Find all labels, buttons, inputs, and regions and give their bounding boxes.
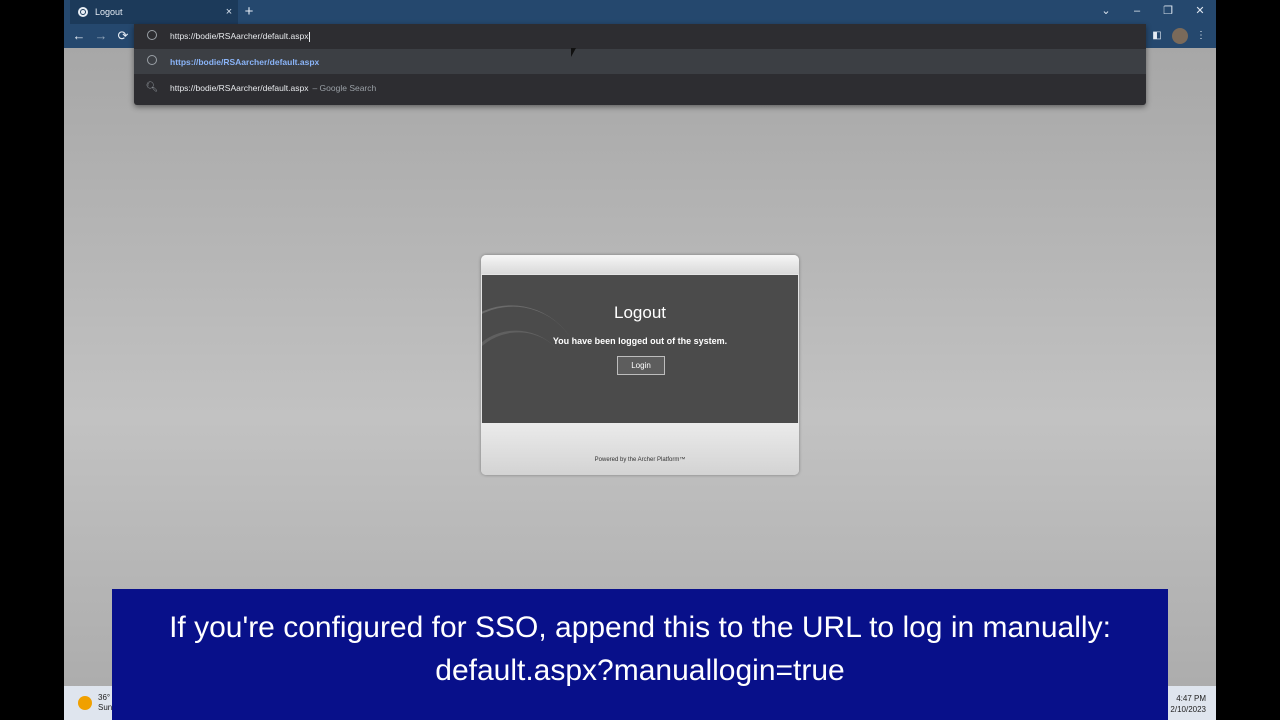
search-icon: 🔍︎ <box>145 82 159 93</box>
profile-avatar[interactable] <box>1172 28 1188 44</box>
restore-button[interactable]: ❐ <box>1155 2 1181 20</box>
address-bar-dropdown: https://bodie/RSAarcher/default.aspx htt… <box>134 24 1146 105</box>
weather-temp: 36° <box>98 693 111 702</box>
omnibox-suggestion[interactable]: 🔍︎ https://bodie/RSAarcher/default.aspx … <box>134 75 1146 100</box>
weather-desc: Sun <box>98 703 113 712</box>
caption-line-1: If you're configured for SSO, append thi… <box>169 611 1111 644</box>
globe-icon <box>78 7 88 17</box>
side-panel-icon[interactable]: ◧ <box>1149 28 1165 44</box>
tab-logout[interactable]: Logout × <box>70 0 238 24</box>
dialog-footer: Powered by the Archer Platform™ <box>481 423 799 475</box>
globe-icon <box>134 30 170 43</box>
minimize-button[interactable]: – <box>1124 2 1150 20</box>
menu-icon[interactable]: ⋮ <box>1193 28 1209 44</box>
dialog-header-bar <box>481 255 799 274</box>
left-letterbox <box>0 0 64 720</box>
tab-close-icon[interactable]: × <box>220 6 238 18</box>
dialog-body: Logout You have been logged out of the s… <box>482 275 798 423</box>
logout-message: You have been logged out of the system. <box>552 336 728 346</box>
caption-line-2: default.aspx?manuallogin=true <box>435 654 845 687</box>
dialog-title: Logout <box>614 303 666 322</box>
address-input[interactable]: https://bodie/RSAarcher/default.aspx <box>134 24 1146 49</box>
new-tab-button[interactable]: + <box>240 3 258 21</box>
powered-by-text: Powered by the Archer Platform™ <box>594 457 686 463</box>
omnibox-suggestion[interactable]: https://bodie/RSAarcher/default.aspx <box>134 49 1146 74</box>
suggestion-query: https://bodie/RSAarcher/default.aspx <box>170 82 309 93</box>
back-button[interactable]: ← <box>70 27 88 45</box>
tab-title: Logout <box>95 7 123 17</box>
login-button[interactable]: Login <box>617 356 665 375</box>
right-letterbox <box>1216 0 1280 720</box>
weather-widget[interactable]: 36° Sun <box>98 693 112 713</box>
address-input-text: https://bodie/RSAarcher/default.aspx <box>170 31 309 42</box>
reload-button[interactable]: ⟳ <box>114 27 132 45</box>
text-caret <box>309 31 311 42</box>
sun-icon[interactable] <box>78 696 92 710</box>
mouse-cursor-icon <box>571 48 576 57</box>
tab-search-icon[interactable]: ⌄ <box>1093 2 1119 20</box>
caption-banner: If you're configured for SSO, append thi… <box>112 589 1168 720</box>
logout-dialog: Logout You have been logged out of the s… <box>481 255 799 475</box>
suggestion-url: https://bodie/RSAarcher/default.aspx <box>170 56 320 67</box>
browser-titlebar: Logout × + ⌄ – ❐ ✕ <box>64 0 1216 24</box>
suggestion-source: – Google Search <box>312 82 377 93</box>
close-window-button[interactable]: ✕ <box>1187 2 1213 20</box>
forward-button[interactable]: → <box>92 27 110 45</box>
globe-icon <box>134 55 170 68</box>
